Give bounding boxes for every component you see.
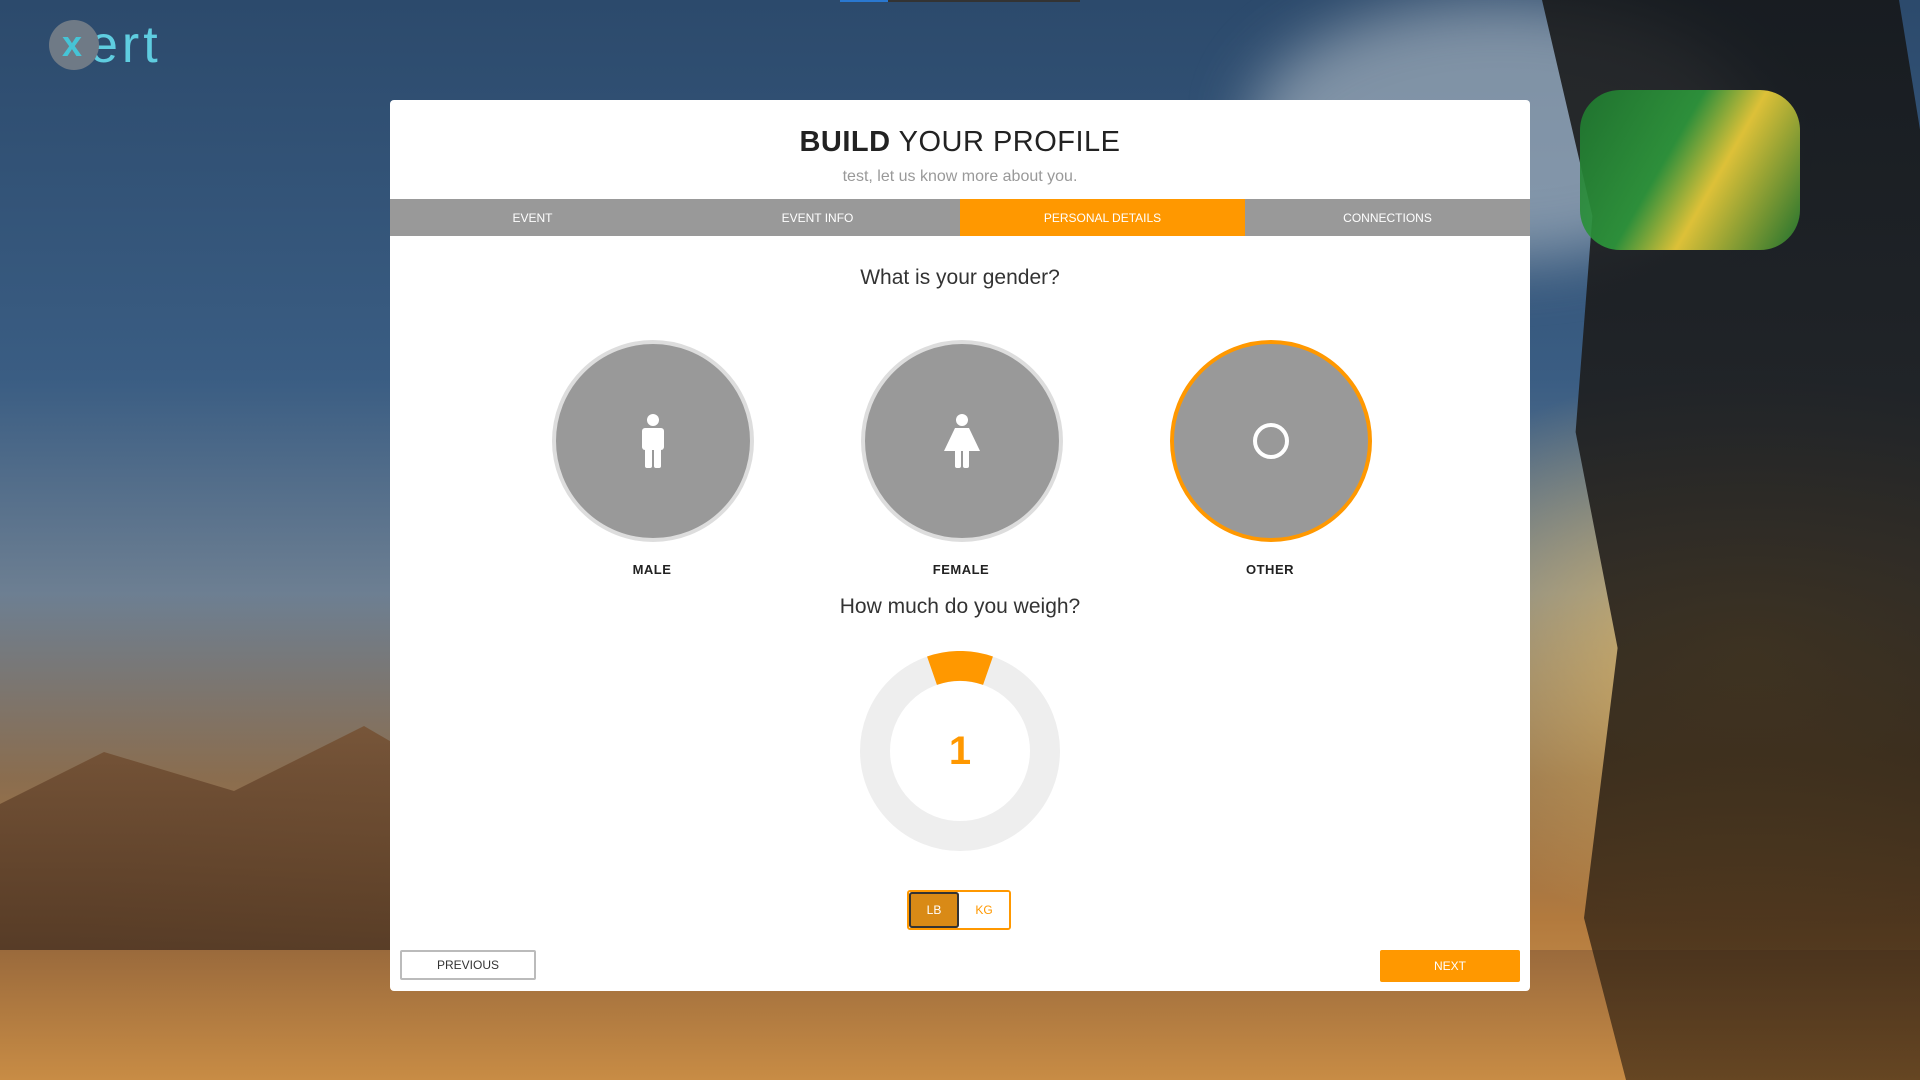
tab-personal-details[interactable]: PERSONAL DETAILS bbox=[960, 199, 1245, 236]
unit-kg-button[interactable]: KG bbox=[959, 892, 1009, 928]
page-subtitle: test, let us know more about you. bbox=[842, 168, 1078, 185]
gender-option-male[interactable]: MALE bbox=[552, 340, 754, 577]
gender-option-female[interactable]: FEMALE bbox=[861, 340, 1063, 577]
gender-female-label: FEMALE bbox=[932, 562, 990, 577]
step-tabs: EVENT EVENT INFO PERSONAL DETAILS CONNEC… bbox=[390, 199, 1530, 236]
gender-male-label: MALE bbox=[632, 562, 672, 577]
next-button[interactable]: NEXT bbox=[1380, 950, 1520, 982]
gender-male-circle[interactable] bbox=[552, 340, 754, 542]
tab-event-info[interactable]: EVENT INFO bbox=[675, 199, 960, 236]
gender-other-label: OTHER bbox=[1246, 562, 1294, 577]
profile-card: BUILD YOUR PROFILE test, let us know mor… bbox=[390, 100, 1530, 991]
weight-value: 1 bbox=[948, 728, 972, 773]
top-progress-fill bbox=[840, 0, 888, 2]
tab-event[interactable]: EVENT bbox=[390, 199, 675, 236]
page-title: BUILD YOUR PROFILE bbox=[799, 126, 1121, 158]
weight-unit-toggle: LB KG bbox=[907, 890, 1011, 930]
gender-other-circle[interactable] bbox=[1170, 340, 1372, 542]
male-icon bbox=[642, 414, 664, 468]
female-icon bbox=[944, 414, 980, 468]
background-jersey bbox=[1580, 90, 1800, 250]
logo[interactable]: x ert bbox=[49, 16, 162, 74]
logo-mark-icon: x bbox=[49, 20, 99, 70]
previous-button[interactable]: PREVIOUS bbox=[400, 950, 536, 980]
tab-connections[interactable]: CONNECTIONS bbox=[1245, 199, 1530, 236]
circle-icon bbox=[1253, 423, 1289, 459]
weight-question: How much do you weigh? bbox=[839, 595, 1081, 618]
gender-female-circle[interactable] bbox=[861, 340, 1063, 542]
logo-text: ert bbox=[89, 16, 162, 74]
weight-dial[interactable]: 1 bbox=[860, 650, 1060, 851]
gender-option-other[interactable]: OTHER bbox=[1170, 340, 1372, 577]
unit-lb-button[interactable]: LB bbox=[909, 892, 959, 928]
gender-question: What is your gender? bbox=[860, 266, 1060, 289]
